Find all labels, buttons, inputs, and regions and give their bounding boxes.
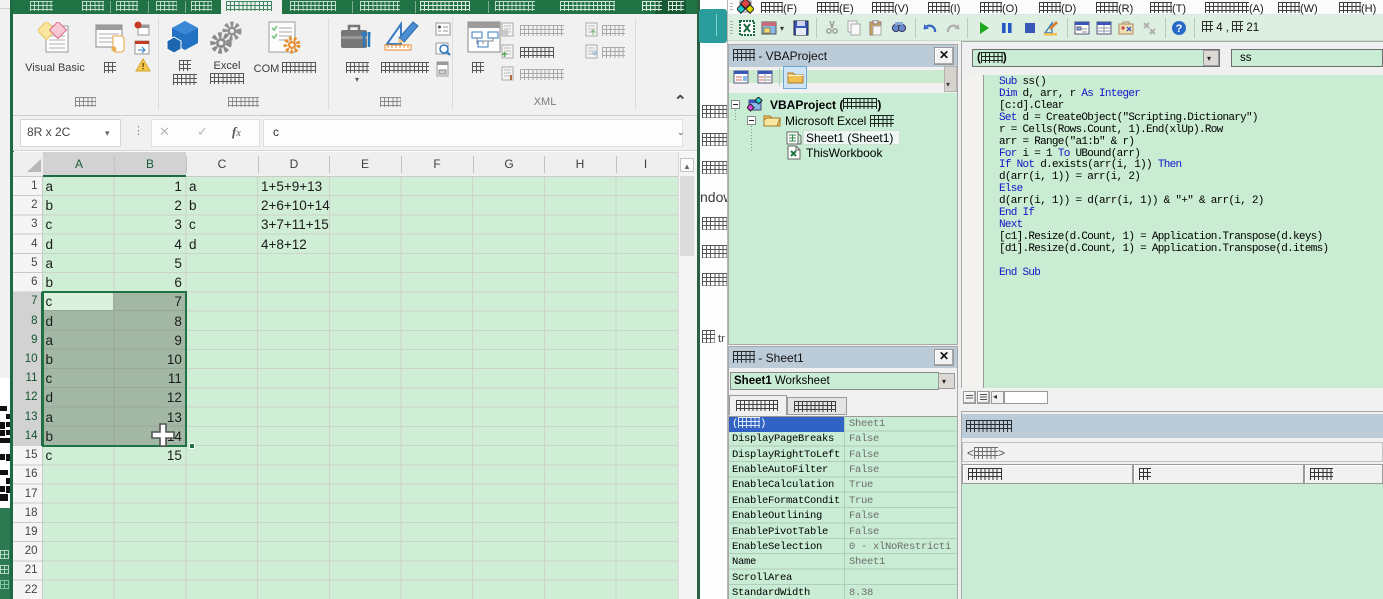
svg-text:?: ? — [1176, 23, 1183, 35]
